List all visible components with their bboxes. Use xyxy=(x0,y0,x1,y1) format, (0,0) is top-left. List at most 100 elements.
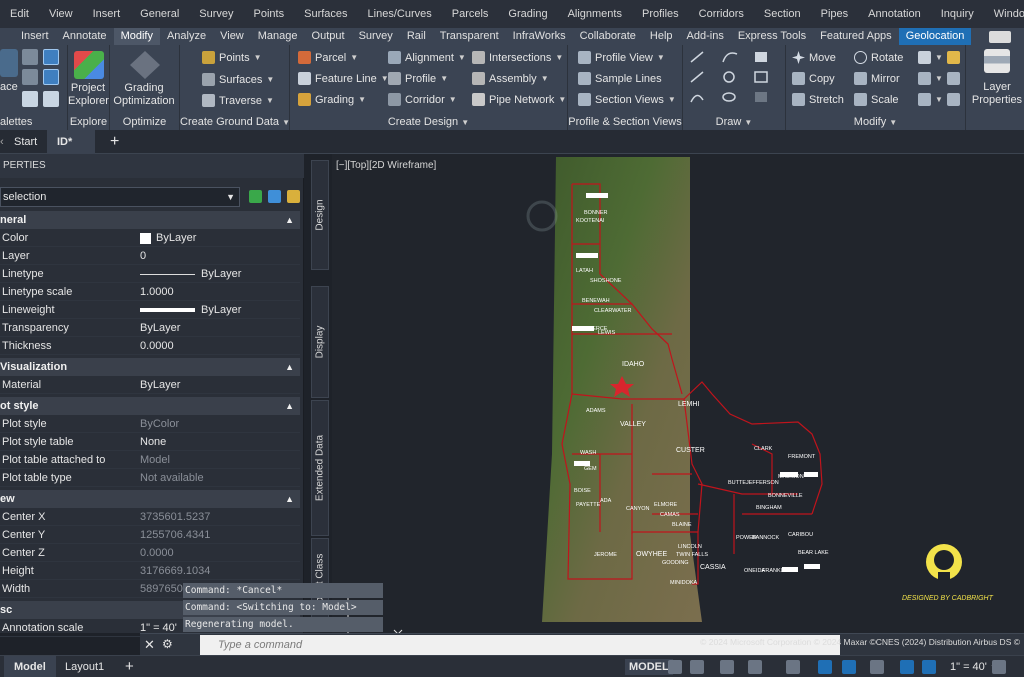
tool-icon[interactable] xyxy=(43,69,59,85)
menu-item[interactable]: Section xyxy=(764,8,801,20)
menu-item[interactable]: Insert xyxy=(93,8,121,20)
transparency-icon[interactable] xyxy=(870,660,884,674)
ribbon-tab-modify[interactable]: Modify xyxy=(113,28,160,45)
add-layout-button[interactable]: + xyxy=(115,656,144,677)
ribbon-tab-infraworks[interactable]: InfraWorks xyxy=(506,28,573,45)
menu-item[interactable]: Annotation xyxy=(868,8,921,20)
section-general[interactable]: neral ▲ xyxy=(0,211,300,229)
ribbon-tab-transparent[interactable]: Transparent xyxy=(433,28,506,45)
osnap-icon[interactable] xyxy=(786,660,800,674)
feature-line-button[interactable]: Feature Line ▼ xyxy=(298,72,389,85)
alignment-button[interactable]: Alignment ▼ xyxy=(388,51,466,64)
tab-design[interactable]: Design xyxy=(311,160,329,270)
property-row[interactable]: Plot table type Not available xyxy=(0,469,300,487)
tool-icon[interactable] xyxy=(22,91,38,107)
ribbon-tab-manage[interactable]: Manage xyxy=(251,28,305,45)
ortho-icon[interactable] xyxy=(720,660,734,674)
menu-item[interactable]: Alignments xyxy=(568,8,622,20)
selection-dropdown[interactable]: selection ▼ xyxy=(0,187,240,207)
lineweight-icon[interactable] xyxy=(842,660,856,674)
intersections-button[interactable]: Intersections ▼ xyxy=(472,51,563,64)
traverse-button[interactable]: Traverse ▼ xyxy=(202,94,274,107)
tab-model[interactable]: Model xyxy=(4,656,56,677)
auto-scale-icon[interactable] xyxy=(922,660,936,674)
ribbon-tab-collaborate[interactable]: Collaborate xyxy=(573,28,643,45)
profile-view-button[interactable]: Profile View ▼ xyxy=(578,51,665,64)
ribbon-tab-help[interactable]: Help xyxy=(643,28,680,45)
add-tab-button[interactable]: + xyxy=(100,130,129,154)
property-row[interactable]: Plot style table None xyxy=(0,433,300,451)
trim-button[interactable]: ▼ xyxy=(918,51,960,64)
surfaces-button[interactable]: Surfaces ▼ xyxy=(202,73,274,86)
snap-icon[interactable] xyxy=(690,660,704,674)
grading-button[interactable]: Grading ▼ xyxy=(298,93,366,106)
ribbon-tab-insert[interactable]: Insert xyxy=(14,28,56,45)
polar-icon[interactable] xyxy=(748,660,762,674)
ribbon-tab-express-tools[interactable]: Express Tools xyxy=(731,28,813,45)
project-explorer-icon[interactable] xyxy=(74,51,104,79)
menu-item[interactable]: Corridors xyxy=(699,8,744,20)
ribbon-tab-geolocation[interactable]: Geolocation xyxy=(898,28,972,45)
stretch-button[interactable]: Stretch xyxy=(792,93,844,106)
array-button[interactable]: ▼ xyxy=(918,93,960,106)
menu-item[interactable]: Inquiry xyxy=(941,8,974,20)
ribbon-tab-survey[interactable]: Survey xyxy=(352,28,400,45)
menu-item[interactable]: Grading xyxy=(508,8,547,20)
property-row[interactable]: Color ByLayer xyxy=(0,229,300,247)
parcel-button[interactable]: Parcel ▼ xyxy=(298,51,358,64)
property-row[interactable]: Plot table attached to Model xyxy=(0,451,300,469)
project-explorer-button[interactable]: Project Explorer xyxy=(68,82,109,108)
assembly-button[interactable]: Assembly ▼ xyxy=(472,72,549,85)
fillet-button[interactable]: ▼ xyxy=(918,72,960,85)
toggle-pickadd-icon[interactable] xyxy=(249,190,262,203)
layer-properties-button[interactable]: Layer Properties xyxy=(970,81,1024,107)
section-views-button[interactable]: Section Views ▼ xyxy=(578,93,676,106)
grading-optimization-button[interactable]: Grading Optimization xyxy=(110,82,178,108)
section-view[interactable]: ew ▲ xyxy=(0,490,300,508)
ribbon-tab-featured-apps[interactable]: Featured Apps xyxy=(813,28,899,45)
settings-gear-icon[interactable] xyxy=(992,660,1006,674)
tab-display[interactable]: Display xyxy=(311,286,329,398)
workspace-switch-icon[interactable] xyxy=(989,31,1012,43)
tab-start[interactable]: Start xyxy=(4,130,47,154)
ribbon-tab-rail[interactable]: Rail xyxy=(400,28,433,45)
tool-icon[interactable] xyxy=(22,69,38,85)
property-row[interactable]: Height 3176669.1034 xyxy=(0,562,300,580)
property-row[interactable]: Material ByLayer xyxy=(0,376,300,394)
quick-select-icon[interactable] xyxy=(287,190,300,203)
menu-item[interactable]: Surfaces xyxy=(304,8,347,20)
layer-properties-icon[interactable] xyxy=(984,49,1010,73)
grid-icon[interactable] xyxy=(668,660,682,674)
menu-item[interactable]: Window xyxy=(994,8,1024,20)
menu-item[interactable]: Points xyxy=(254,8,285,20)
drawing-viewport[interactable]: [−][Top][2D Wireframe] BONNER KOOTENAI S… xyxy=(332,154,1024,654)
property-row[interactable]: Linetype scale 1.0000 xyxy=(0,283,300,301)
pipe-network-button[interactable]: Pipe Network ▼ xyxy=(472,93,566,106)
property-row[interactable]: Linetype ByLayer xyxy=(0,265,300,283)
menu-item[interactable]: Edit xyxy=(10,8,29,20)
section-visualization[interactable]: Visualization ▲ xyxy=(0,358,300,376)
points-button[interactable]: Points ▼ xyxy=(202,51,262,64)
ribbon-tab-output[interactable]: Output xyxy=(305,28,352,45)
copy-button[interactable]: Copy xyxy=(792,72,835,85)
draw-tools-icon[interactable] xyxy=(689,50,783,110)
scale-button[interactable]: Scale xyxy=(854,93,899,106)
property-row[interactable]: Transparency ByLayer xyxy=(0,319,300,337)
tab-layout1[interactable]: Layout1 xyxy=(55,656,114,677)
menu-item[interactable]: View xyxy=(49,8,73,20)
annotation-visibility-icon[interactable] xyxy=(900,660,914,674)
ribbon-tab-annotate[interactable]: Annotate xyxy=(56,28,114,45)
menu-item[interactable]: Pipes xyxy=(821,8,849,20)
create-design-title[interactable]: Create Design ▼ xyxy=(290,116,567,128)
annotation-scale-dropdown[interactable]: 1" = 40' ▼ xyxy=(950,659,998,675)
tab-extended-data[interactable]: Extended Data xyxy=(311,400,329,536)
ribbon-tab-add-ins[interactable]: Add-ins xyxy=(680,28,731,45)
property-row[interactable]: Center Z 0.0000 xyxy=(0,544,300,562)
tool-icon[interactable] xyxy=(43,49,59,65)
sample-lines-button[interactable]: Sample Lines xyxy=(578,72,662,85)
profile-button[interactable]: Profile ▼ xyxy=(388,72,448,85)
property-row[interactable]: Layer 0 xyxy=(0,247,300,265)
property-row[interactable]: Center X 3735601.5237 xyxy=(0,508,300,526)
property-row[interactable]: Center Y 1255706.4341 xyxy=(0,526,300,544)
close-icon[interactable]: ✕ xyxy=(144,637,155,653)
